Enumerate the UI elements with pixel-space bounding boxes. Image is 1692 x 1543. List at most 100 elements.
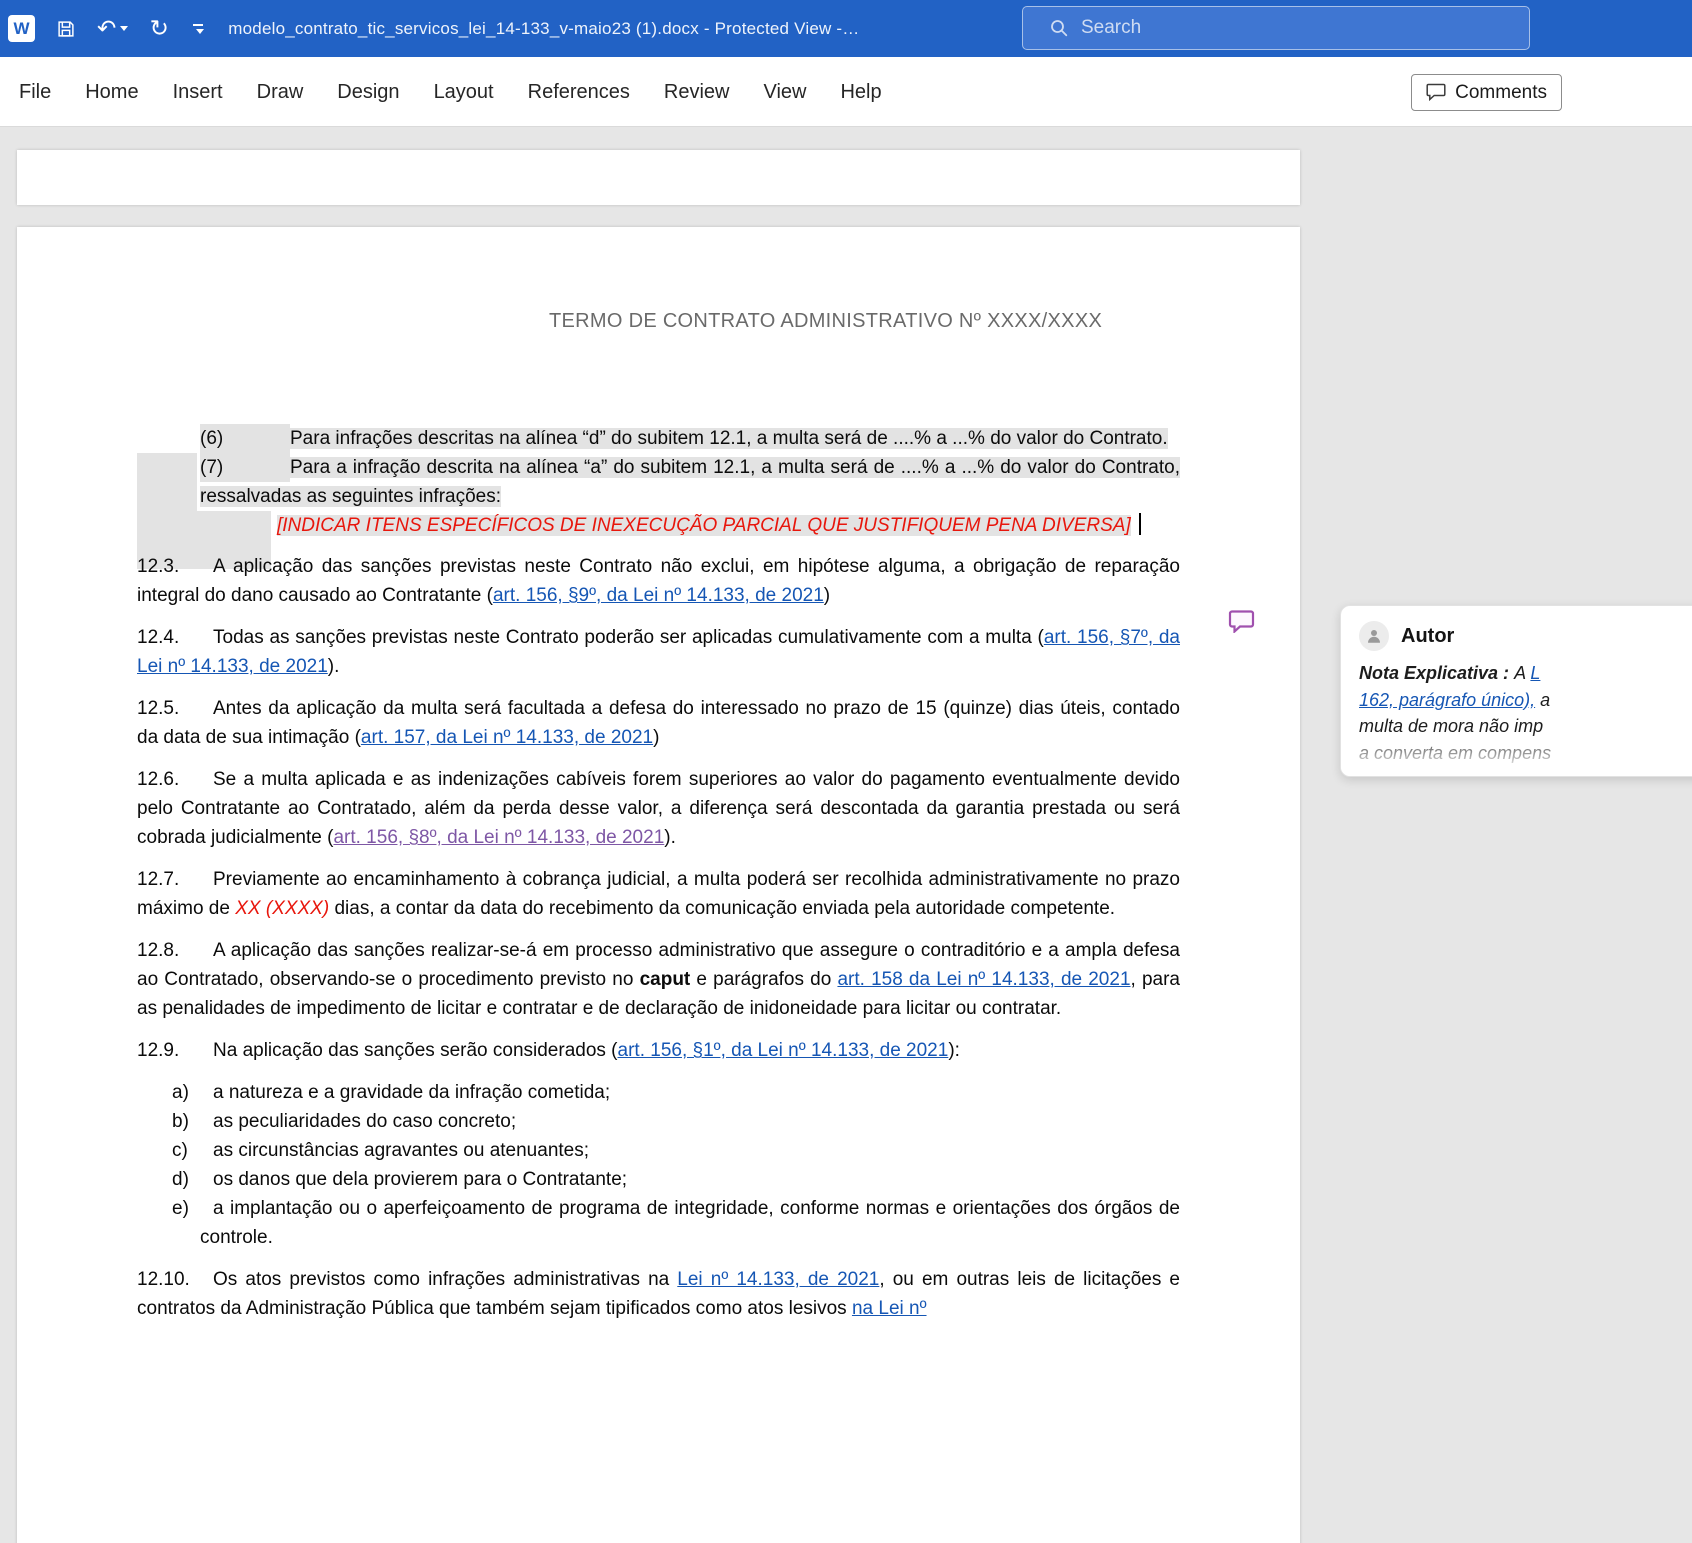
ribbon-tab-references[interactable]: References [511, 57, 647, 127]
doc-link[interactable]: art. 156, §1º, da Lei nº 14.133, de 2021 [618, 1040, 949, 1061]
quick-access-toolbar: W ↶ ↻ [0, 0, 204, 57]
note-link[interactable]: L [1530, 663, 1540, 683]
highlight-gutter [137, 453, 197, 482]
text-run: os danos que dela provierem para o Contr… [213, 1169, 627, 1190]
comments-button[interactable]: Comments [1411, 74, 1562, 111]
paragraph-number: 12.7. [137, 865, 213, 894]
text-run: Todas as sanções previstas neste Contrat… [213, 627, 1044, 648]
doc-paragraph[interactable]: 12.4.Todas as sanções previstas neste Co… [137, 623, 1180, 681]
ribbon-tab-review[interactable]: Review [647, 57, 747, 127]
doc-link[interactable]: art. 156, §8º, da Lei nº 14.133, de 2021 [333, 827, 664, 848]
text-run: a natureza e a gravidade da infração com… [213, 1082, 610, 1103]
text-run: as circunstâncias agravantes ou atenuant… [213, 1140, 589, 1161]
doc-link[interactable]: na Lei nº [852, 1298, 927, 1319]
ribbon-tab-help[interactable]: Help [823, 57, 898, 127]
doc-paragraph[interactable]: e)a implantação ou o aperfeiçoamento de … [200, 1194, 1180, 1252]
text-run: multa de mora não imp [1359, 716, 1543, 736]
text-cursor [1139, 513, 1141, 535]
paragraph-number: 12.8. [137, 936, 213, 965]
ribbon-tab-home[interactable]: Home [68, 57, 155, 127]
text-run: caput [640, 969, 691, 990]
doc-paragraph[interactable]: 12.3.A aplicação das sanções previstas n… [137, 552, 1180, 610]
search-icon [1049, 18, 1069, 38]
doc-paragraph[interactable]: (6)Para infrações descritas na alínea “d… [200, 424, 1180, 453]
avatar [1359, 621, 1389, 651]
doc-link[interactable]: art. 156, §9º, da Lei nº 14.133, de 2021 [493, 585, 824, 606]
comment-line: 162, parágrafo único), a [1359, 687, 1692, 714]
text-run: Os atos previstos como infrações adminis… [213, 1269, 677, 1290]
doc-paragraph[interactable]: a)a natureza e a gravidade da infração c… [200, 1078, 1180, 1107]
note-link[interactable]: 162, parágrafo único), [1359, 690, 1535, 710]
paragraph-number: (7) [200, 453, 290, 482]
text-run: Nota Explicativa : [1359, 663, 1514, 683]
doc-paragraph[interactable]: 12.10.Os atos previstos como infrações a… [137, 1265, 1180, 1323]
comment-card[interactable]: Autor Nota Explicativa : A L162, parágra… [1340, 605, 1692, 777]
save-icon[interactable] [53, 14, 79, 44]
text-run: Para infrações descritas na alínea “d” d… [290, 428, 1168, 449]
paragraph-number: 12.10. [137, 1265, 213, 1294]
text-run: as peculiaridades do caso concreto; [213, 1111, 516, 1132]
text-run: A [1514, 663, 1530, 683]
paragraph-number: d) [172, 1165, 213, 1194]
paragraph-number: (6) [200, 424, 290, 453]
titlebar: W ↶ ↻ modelo_contrato_tic_servicos_lei_1… [0, 0, 1692, 57]
search-input[interactable] [1081, 17, 1461, 39]
doc-paragraph[interactable]: (7)Para a infração descrita na alínea “a… [200, 453, 1180, 511]
comment-marker-icon[interactable] [1228, 609, 1255, 633]
document-canvas[interactable]: TERMO DE CONTRATO ADMINISTRATIVO Nº XXXX… [0, 127, 1692, 1543]
paragraph-number: 12.3. [137, 552, 213, 581]
text-run: [INDICAR ITENS ESPECÍFICOS DE INEXECUÇÃO… [277, 515, 1131, 536]
doc-paragraph[interactable]: 12.8.A aplicação das sanções realizar-se… [137, 936, 1180, 1023]
redo-button[interactable]: ↻ [146, 14, 172, 44]
ribbon-tab-file[interactable]: File [2, 57, 68, 127]
doc-link[interactable]: Lei nº 14.133, de 2021 [677, 1269, 879, 1290]
comment-author: Autor [1401, 625, 1454, 648]
comment-line: Nota Explicativa : A L [1359, 660, 1692, 687]
doc-paragraph[interactable]: [INDICAR ITENS ESPECÍFICOS DE INEXECUÇÃO… [277, 511, 1180, 540]
doc-link[interactable]: art. 157, da Lei nº 14.133, de 2021 [361, 727, 653, 748]
paragraph-number: c) [172, 1136, 213, 1165]
ribbon-tab-design[interactable]: Design [320, 57, 416, 127]
paragraph-number: a) [172, 1078, 213, 1107]
doc-paragraph[interactable]: 12.9.Na aplicação das sanções serão cons… [137, 1036, 1180, 1065]
ribbon-tab-draw[interactable]: Draw [240, 57, 321, 127]
text-run: Para a infração descrita na alínea “a” d… [200, 457, 1180, 507]
comment-body: Nota Explicativa : A L162, parágrafo úni… [1359, 660, 1692, 766]
quick-access-toggle-icon[interactable] [192, 24, 204, 34]
doc-link[interactable]: art. 158 da Lei nº 14.133, de 2021 [837, 969, 1130, 990]
window-title: modelo_contrato_tic_servicos_lei_14-133_… [228, 19, 859, 39]
text-run: XX (XXXX) [235, 898, 329, 919]
ribbon-tab-view[interactable]: View [746, 57, 823, 127]
highlight-gutter [137, 482, 197, 511]
paragraph-number: 12.6. [137, 765, 213, 794]
doc-paragraph[interactable]: 12.7.Previamente ao encaminhamento à cob… [137, 865, 1180, 923]
text-run: dias, a contar da data do recebimento da… [329, 898, 1115, 919]
text-run: a converta em compens [1359, 743, 1551, 763]
paragraph-number: b) [172, 1107, 213, 1136]
doc-body: (6)Para infrações descritas na alínea “d… [137, 424, 1180, 1323]
paragraph-number: 12.9. [137, 1036, 213, 1065]
doc-paragraph[interactable]: 12.5.Antes da aplicação da multa será fa… [137, 694, 1180, 752]
comment-line: a converta em compens [1359, 740, 1692, 767]
text-run: e parágrafos do [690, 969, 837, 990]
text-run: ). [328, 656, 340, 677]
search-box[interactable] [1022, 6, 1530, 50]
previous-page-bottom [17, 150, 1300, 205]
text-run: ) [653, 727, 659, 748]
comment-line: multa de mora não imp [1359, 713, 1692, 740]
doc-paragraph[interactable]: 12.6.Se a multa aplicada e as indenizaçõ… [137, 765, 1180, 852]
ribbon-tab-insert[interactable]: Insert [156, 57, 240, 127]
doc-paragraph[interactable]: b)as peculiaridades do caso concreto; [200, 1107, 1180, 1136]
text-run: a implantação ou o aperfeiçoamento de pr… [200, 1198, 1180, 1248]
ribbon: FileHomeInsertDrawDesignLayoutReferences… [0, 57, 1692, 127]
undo-button[interactable]: ↶ [97, 14, 128, 44]
doc-paragraph[interactable]: c)as circunstâncias agravantes ou atenua… [200, 1136, 1180, 1165]
doc-paragraph[interactable]: d)os danos que dela provierem para o Con… [200, 1165, 1180, 1194]
ribbon-tab-layout[interactable]: Layout [417, 57, 511, 127]
text-run: a [1535, 690, 1550, 710]
undo-dropdown-icon[interactable] [120, 26, 128, 31]
word-app-icon[interactable]: W [8, 15, 35, 42]
comment-icon [1426, 83, 1446, 102]
document-page[interactable]: TERMO DE CONTRATO ADMINISTRATIVO Nº XXXX… [17, 227, 1300, 1543]
text-run: ) [824, 585, 830, 606]
